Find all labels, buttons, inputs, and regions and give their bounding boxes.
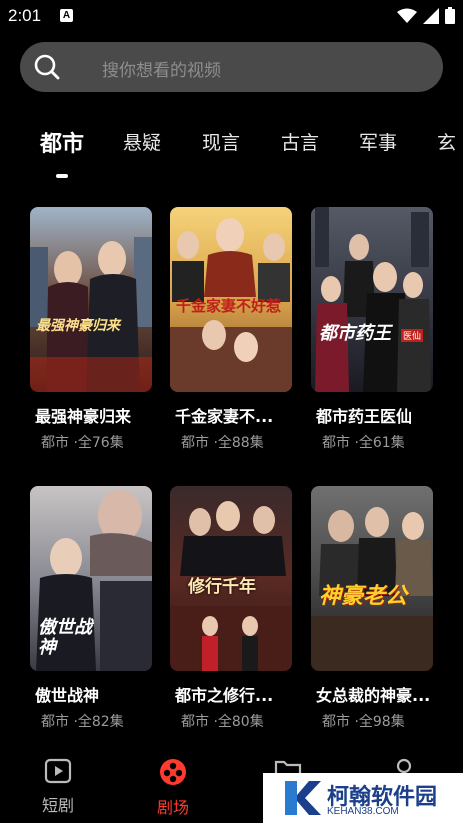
watermark-subtext: KEHAN38.COM: [327, 806, 399, 817]
poster-title-text: 千金家妻不好惹: [176, 297, 282, 315]
drama-title[interactable]: 都市之修行...: [175, 682, 310, 706]
drama-title[interactable]: 千金家妻不...: [175, 403, 310, 427]
drama-meta: 都市 ·全98集: [322, 714, 405, 730]
drama-title[interactable]: 女总裁的神豪...: [316, 682, 451, 706]
drama-meta: 都市 ·全82集: [41, 714, 124, 730]
drama-title[interactable]: 傲世战神: [35, 682, 170, 706]
tab-xuanhuan[interactable]: 玄: [437, 128, 456, 155]
play-icon: [44, 758, 72, 784]
drama-meta: 都市 ·全88集: [181, 435, 264, 451]
tab-junshi[interactable]: 军事: [359, 128, 397, 155]
tab-guyan[interactable]: 古言: [281, 128, 319, 155]
tab-xianyan[interactable]: 现言: [202, 128, 240, 155]
poster-title-text: 都市药王: [319, 323, 391, 344]
active-tab-indicator: [56, 174, 68, 178]
status-bar: 2:01 A: [0, 0, 463, 32]
search-icon: [34, 54, 60, 80]
drama-poster[interactable]: 修行千年: [170, 486, 292, 671]
status-icons: [397, 7, 455, 24]
nav-label: 短剧: [41, 796, 74, 815]
theater-icon: [160, 759, 186, 785]
drama-poster[interactable]: 最强神豪归来: [30, 207, 152, 392]
poster-title-text: 神豪老公: [319, 584, 408, 609]
drama-title[interactable]: 最强神豪归来: [35, 403, 170, 427]
tab-xuanyi[interactable]: 悬疑: [123, 128, 161, 155]
nav-item-theater[interactable]: 剧场: [143, 758, 203, 818]
poster-subtitle-text: 医仙: [401, 329, 424, 342]
poster-title-text: 傲世战神: [38, 617, 92, 658]
poster-title-text: 最强神豪归来: [36, 318, 120, 334]
drama-poster[interactable]: 傲世战神: [30, 486, 152, 671]
drama-poster[interactable]: 千金家妻不好惹: [170, 207, 292, 392]
drama-meta: 都市 ·全80集: [181, 714, 264, 730]
search-input[interactable]: 搜你想看的视频: [102, 56, 221, 81]
notification-badge-icon: A: [60, 9, 73, 22]
drama-meta: 都市 ·全76集: [41, 435, 124, 451]
drama-poster[interactable]: 神豪老公: [311, 486, 433, 671]
poster-title-text: 修行千年: [188, 577, 256, 597]
tab-dushi[interactable]: 都市: [40, 126, 84, 158]
nav-item-short-drama[interactable]: 短剧: [28, 758, 88, 816]
battery-icon: [445, 7, 455, 24]
status-time: 2:01: [8, 6, 42, 25]
drama-title[interactable]: 都市药王医仙: [316, 403, 451, 427]
category-tabs: 都市 悬疑 现言 古言 军事 玄: [0, 122, 463, 182]
watermark-logo-icon: [285, 781, 321, 815]
signal-icon: [423, 7, 439, 24]
search-bar[interactable]: 搜你想看的视频: [20, 42, 443, 92]
drama-meta: 都市 ·全61集: [322, 435, 405, 451]
nav-label: 剧场: [156, 798, 189, 817]
watermark: 柯翰软件园 KEHAN38.COM: [263, 773, 463, 823]
wifi-icon: [397, 8, 417, 23]
drama-poster[interactable]: 都市药王 医仙: [311, 207, 433, 392]
